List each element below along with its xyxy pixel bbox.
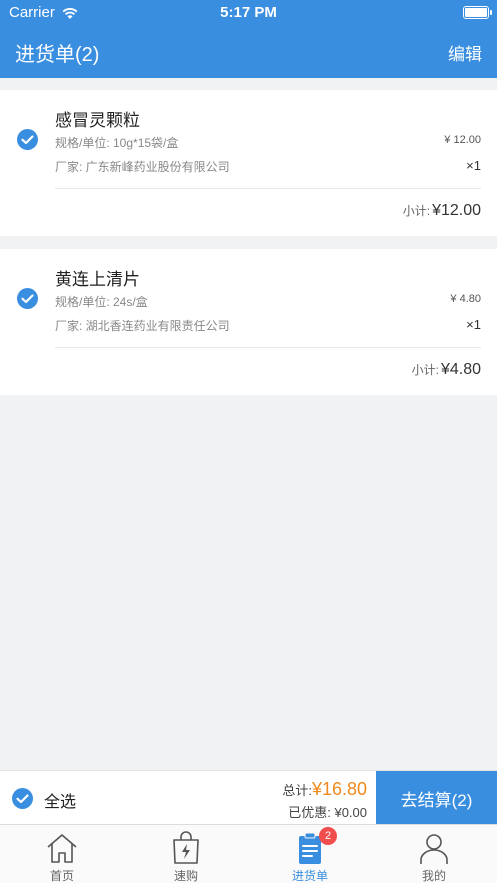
item-spec: 规格/单位: 10g*15袋/盒 [55, 136, 179, 150]
tab-home[interactable]: 首页 [0, 825, 124, 883]
clock: 5:17 PM [220, 4, 277, 21]
tab-label: 我的 [421, 869, 446, 883]
tab-label: 速购 [173, 869, 198, 883]
cart-count-badge: 2 [319, 827, 337, 845]
edit-button[interactable]: 编辑 [448, 40, 482, 65]
quick-buy-bag-icon [173, 831, 199, 864]
total: 总计:¥16.80 [282, 779, 367, 800]
checkmark-icon [21, 135, 34, 145]
item-subtotal: 小计: ¥12.00 [403, 202, 481, 220]
tab-order-list[interactable]: 2 进货单 [248, 825, 372, 883]
checkmark-icon [21, 294, 34, 304]
divider [55, 347, 481, 348]
status-bar: Carrier 5:17 PM [0, 0, 497, 26]
select-all-checkbox[interactable] [12, 788, 33, 809]
tab-bar: 首页 速购 2 进货单 我的 [0, 824, 497, 883]
subtotal-label: 小计: [411, 363, 439, 377]
item-subtotal: 小计: ¥4.80 [412, 361, 481, 379]
item-maker: 厂家: 广东新峰药业股份有限公司 [55, 160, 230, 174]
item-checkbox[interactable] [17, 129, 38, 150]
subtotal-amount: ¥12.00 [432, 202, 481, 219]
battery-icon [463, 6, 492, 19]
subtotal-amount: ¥4.80 [440, 361, 481, 378]
item-spec: 规格/单位: 24s/盒 [55, 295, 148, 309]
total-label: 总计: [282, 783, 312, 798]
tab-profile[interactable]: 我的 [372, 825, 496, 883]
cart-item: 感冒灵颗粒 规格/单位: 10g*15袋/盒 ¥ 12.00 厂家: 广东新峰药… [0, 90, 497, 236]
home-icon [47, 834, 77, 863]
person-icon [420, 834, 448, 864]
select-all-label[interactable]: 全选 [44, 788, 76, 812]
total-amount: ¥16.80 [311, 779, 367, 799]
item-quantity: ×1 [466, 158, 481, 173]
tab-label: 首页 [49, 869, 74, 883]
item-price: ¥ 12.00 [444, 134, 481, 146]
item-quantity: ×1 [466, 317, 481, 332]
item-name[interactable]: 感冒灵颗粒 [55, 106, 140, 131]
tab-label: 进货单 [291, 869, 328, 883]
header: Carrier 5:17 PM 进货单(2) 编辑 [0, 0, 497, 78]
tab-quick-buy[interactable]: 速购 [124, 825, 248, 883]
item-checkbox[interactable] [17, 288, 38, 309]
item-name[interactable]: 黄连上清片 [55, 265, 140, 290]
divider [55, 188, 481, 189]
subtotal-label: 小计: [402, 204, 431, 218]
checkmark-icon [16, 794, 29, 804]
checkout-button[interactable]: 去结算(2) [376, 771, 497, 825]
discount: 已优惠: ¥0.00 [288, 805, 367, 820]
item-price: ¥ 4.80 [450, 293, 481, 305]
page-title: 进货单(2) [15, 44, 100, 66]
cart-item: 黄连上清片 规格/单位: 24s/盒 ¥ 4.80 厂家: 湖北香连药业有限责任… [0, 249, 497, 395]
item-maker: 厂家: 湖北香连药业有限责任公司 [55, 319, 230, 333]
checkout-bar: 全选 总计:¥16.80 已优惠: ¥0.00 去结算(2) [0, 770, 497, 825]
